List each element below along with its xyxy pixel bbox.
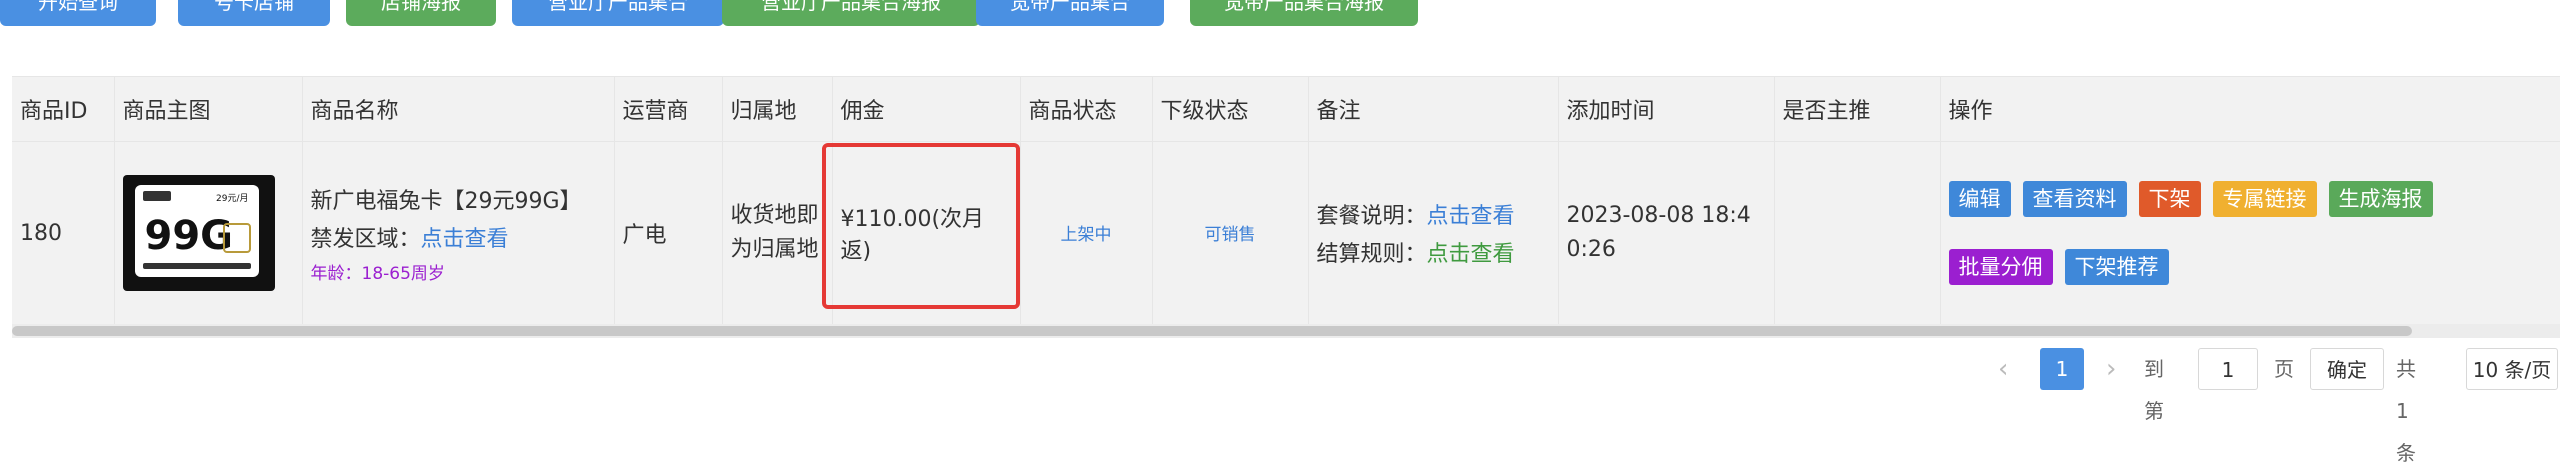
table-header-row: 商品ID 商品主图 商品名称 运营商 归属地 佣金 商品状态 下级状态 备注 添… — [12, 77, 2560, 142]
sim-chip-icon — [223, 223, 251, 253]
broadband-collection-poster-button[interactable]: 宽带产品集合海报 — [1190, 0, 1418, 26]
edit-button[interactable]: 编辑 — [1949, 181, 2011, 217]
col-header-actions: 操作 — [1940, 77, 2560, 142]
cell-operator: 广电 — [614, 142, 722, 325]
settlement-rules-link[interactable]: 点击查看 — [1427, 242, 1515, 267]
cell-remark: 套餐说明：点击查看 结算规则：点击查看 — [1308, 142, 1558, 325]
batch-commission-button[interactable]: 批量分佣 — [1949, 249, 2053, 285]
broadband-collection-button[interactable]: 宽带产品集合 — [976, 0, 1164, 26]
business-hall-collection-button[interactable]: 营业厅产品集合 — [512, 0, 724, 26]
price-tag: 29元/月 — [216, 191, 249, 204]
goto-page-input[interactable]: 1 — [2198, 348, 2258, 390]
cell-featured — [1774, 142, 1940, 325]
status-badge: 上架中 — [1061, 225, 1112, 245]
col-header-status: 商品状态 — [1020, 77, 1152, 142]
restricted-area: 禁发区域：点击查看 — [311, 221, 606, 253]
remark-plan: 套餐说明：点击查看 — [1317, 198, 1550, 230]
brand-logo — [143, 191, 171, 201]
product-image[interactable]: 29元/月 99G — [123, 175, 275, 291]
product-name: 新广电福兔卡【29元99G】 — [311, 183, 606, 215]
added-time: 2023-08-08 18:40:26 — [1567, 203, 1751, 262]
cell-name: 新广电福兔卡【29元99G】 禁发区域：点击查看 年龄：18-65周岁 — [302, 142, 614, 325]
exclusive-link-button[interactable]: 专属链接 — [2213, 181, 2317, 217]
horizontal-scrollbar[interactable] — [12, 324, 2560, 338]
card-shop-button[interactable]: 号卡店铺 — [178, 0, 330, 26]
sub-status-badge: 可销售 — [1205, 225, 1256, 245]
remark-plan-label: 套餐说明： — [1317, 204, 1427, 229]
goto-label: 到第 — [2144, 348, 2164, 390]
commission-highlight-box — [822, 143, 1020, 309]
confirm-button[interactable]: 确定 — [2310, 348, 2384, 390]
start-query-button[interactable]: 开始查询 — [0, 0, 156, 26]
card-strip — [143, 263, 251, 269]
data-amount: 99G — [145, 213, 234, 259]
age-range: 年龄：18-65周岁 — [311, 259, 606, 284]
col-header-operator: 运营商 — [614, 77, 722, 142]
product-table: 商品ID 商品主图 商品名称 运营商 归属地 佣金 商品状态 下级状态 备注 添… — [12, 76, 2560, 339]
total-count: 共 1 条 — [2396, 348, 2416, 390]
cell-image: 29元/月 99G — [114, 142, 302, 325]
next-page-icon[interactable]: › — [2106, 348, 2116, 390]
cell-region: 收货地即为归属地 — [722, 142, 832, 325]
actions-row-1: 编辑查看资料下架专属链接生成海报 — [1949, 181, 2560, 217]
delist-button[interactable]: 下架 — [2139, 181, 2201, 217]
col-header-image: 商品主图 — [114, 77, 302, 142]
cell-id: 180 — [12, 142, 114, 325]
col-header-name: 商品名称 — [302, 77, 614, 142]
col-header-commission: 佣金 — [832, 77, 1020, 142]
cell-status: 上架中 — [1020, 142, 1152, 325]
col-header-sub-status: 下级状态 — [1152, 77, 1308, 142]
cell-added-time: 2023-08-08 18:40:26 — [1558, 142, 1774, 325]
restricted-label: 禁发区域： — [311, 227, 421, 252]
generate-poster-button[interactable]: 生成海报 — [2329, 181, 2433, 217]
business-hall-collection-poster-button[interactable]: 营业厅产品集合海报 — [722, 0, 980, 26]
page-unit-label: 页 — [2274, 348, 2294, 390]
actions-row-2: 批量分佣下架推荐 — [1949, 249, 2560, 285]
view-details-button[interactable]: 查看资料 — [2023, 181, 2127, 217]
shop-poster-button[interactable]: 店铺海报 — [346, 0, 496, 26]
scrollbar-thumb[interactable] — [12, 326, 2412, 336]
remark-settle-label: 结算规则： — [1317, 242, 1427, 267]
remark-settle: 结算规则：点击查看 — [1317, 236, 1550, 268]
table-row: 180 29元/月 99G 新广电福兔卡【29元99G】 — [12, 142, 2560, 325]
page-size-select[interactable]: 10 条/页 — [2466, 348, 2558, 390]
sim-card-graphic: 29元/月 99G — [135, 185, 259, 277]
cell-actions: 编辑查看资料下架专属链接生成海报 批量分佣下架推荐 — [1940, 142, 2560, 325]
col-header-id: 商品ID — [12, 77, 114, 142]
plan-detail-link[interactable]: 点击查看 — [1427, 204, 1515, 229]
prev-page-icon[interactable]: ‹ — [1998, 348, 2008, 390]
restricted-area-link[interactable]: 点击查看 — [421, 227, 509, 252]
col-header-featured: 是否主推 — [1774, 77, 1940, 142]
page-1[interactable]: 1 — [2040, 348, 2084, 390]
col-header-added-time: 添加时间 — [1558, 77, 1774, 142]
remove-recommend-button[interactable]: 下架推荐 — [2065, 249, 2169, 285]
col-header-remark: 备注 — [1308, 77, 1558, 142]
cell-sub-status: 可销售 — [1152, 142, 1308, 325]
col-header-region: 归属地 — [722, 77, 832, 142]
